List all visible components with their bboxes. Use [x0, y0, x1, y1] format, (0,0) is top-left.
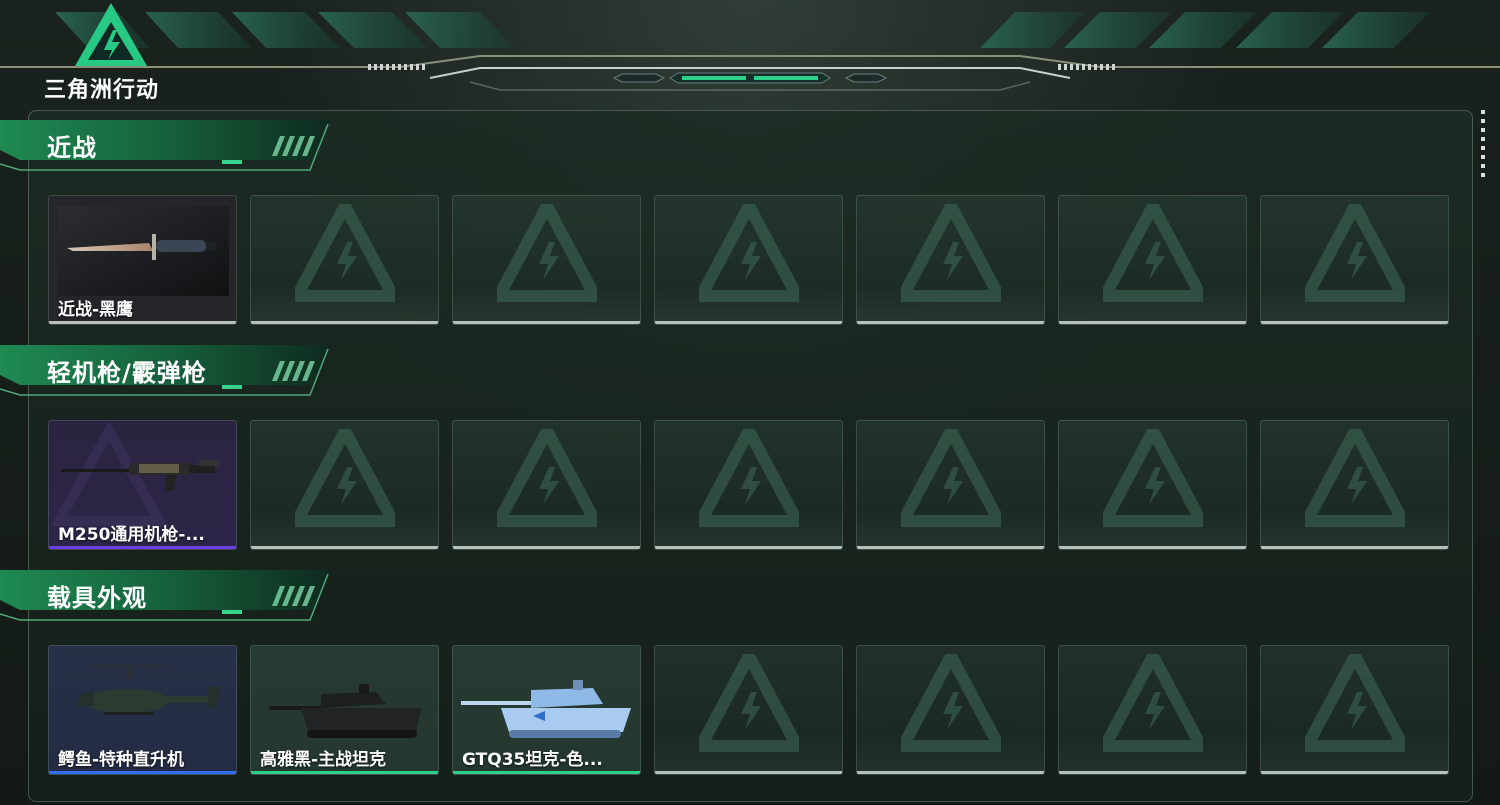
empty-slot[interactable] — [250, 420, 439, 550]
empty-slot[interactable] — [1058, 420, 1247, 550]
placeholder-logo-icon — [901, 654, 1001, 752]
section-title: 近战 — [47, 134, 97, 162]
item-label: 鳄鱼-特种直升机 — [58, 750, 185, 770]
empty-slot[interactable] — [654, 645, 843, 775]
section-header-lmg-shotgun: 轻机枪/霰弹枪 — [0, 345, 330, 401]
scrollbar[interactable] — [1481, 110, 1485, 178]
empty-slot[interactable] — [1058, 645, 1247, 775]
empty-slot[interactable] — [856, 420, 1045, 550]
item-slot[interactable]: M250通用机枪-... — [48, 420, 237, 550]
placeholder-logo-icon — [1305, 654, 1405, 752]
placeholder-logo-icon — [901, 204, 1001, 302]
placeholder-logo-icon — [699, 654, 799, 752]
placeholder-logo-icon — [295, 204, 395, 302]
placeholder-logo-icon — [1305, 429, 1405, 527]
empty-slot[interactable] — [452, 420, 641, 550]
empty-slot[interactable] — [452, 195, 641, 325]
placeholder-logo-icon — [497, 204, 597, 302]
item-slot[interactable]: 高雅黑-主战坦克 — [250, 645, 439, 775]
empty-slot[interactable] — [1058, 195, 1247, 325]
item-slot[interactable]: 近战-黑鹰 — [48, 195, 237, 325]
empty-slot[interactable] — [1260, 420, 1449, 550]
placeholder-logo-icon — [699, 204, 799, 302]
game-logo-text: 三角洲行动 — [44, 78, 160, 103]
item-label: GTQ35坦克-色... — [462, 750, 603, 770]
item-label: 近战-黑鹰 — [58, 300, 134, 320]
placeholder-logo-icon — [295, 429, 395, 527]
item-slot[interactable]: 鳄鱼-特种直升机 — [48, 645, 237, 775]
empty-slot[interactable] — [856, 195, 1045, 325]
section-title: 轻机枪/霰弹枪 — [47, 359, 207, 387]
placeholder-logo-icon — [497, 429, 597, 527]
section-title: 载具外观 — [47, 584, 147, 612]
empty-slot[interactable] — [856, 645, 1045, 775]
item-label: M250通用机枪-... — [58, 525, 205, 545]
empty-slot[interactable] — [654, 420, 843, 550]
placeholder-logo-icon — [1305, 204, 1405, 302]
header-bar: 三角洲行动 — [0, 0, 1500, 103]
header-decoration — [0, 3, 1500, 91]
empty-slot[interactable] — [250, 195, 439, 325]
placeholder-logo-icon — [1103, 654, 1203, 752]
section-header-vehicle-skins: 载具外观 — [0, 570, 330, 626]
item-label: 高雅黑-主战坦克 — [260, 750, 387, 770]
section-header-melee: 近战 — [0, 120, 330, 176]
placeholder-logo-icon — [901, 429, 1001, 527]
item-slot[interactable]: GTQ35坦克-色... — [452, 645, 641, 775]
empty-slot[interactable] — [654, 195, 843, 325]
placeholder-logo-icon — [1103, 429, 1203, 527]
placeholder-logo-icon — [699, 429, 799, 527]
empty-slot[interactable] — [1260, 195, 1449, 325]
placeholder-logo-icon — [1103, 204, 1203, 302]
empty-slot[interactable] — [1260, 645, 1449, 775]
